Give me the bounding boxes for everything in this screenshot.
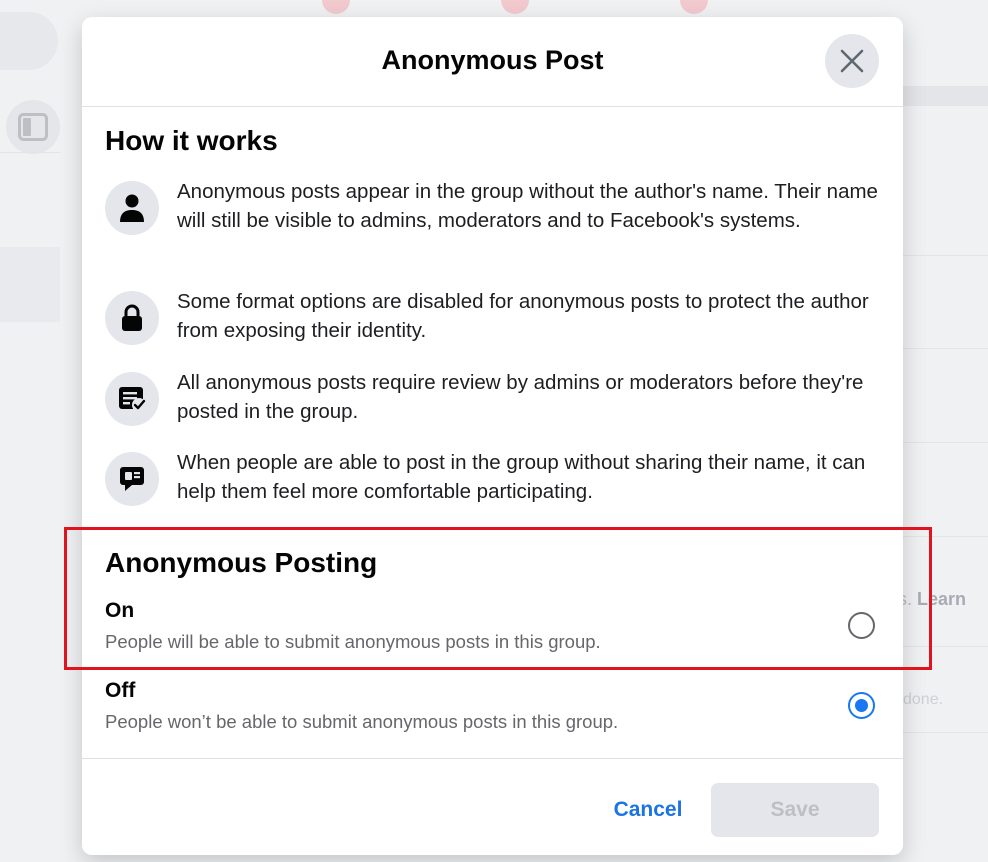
- background-divider: [903, 646, 988, 647]
- lock-icon: [105, 291, 159, 345]
- background-divider: [903, 442, 988, 443]
- post-review-icon: [105, 372, 159, 426]
- footer-divider: [82, 758, 903, 759]
- background-learn-link: Learn: [917, 589, 967, 609]
- option-label: On: [105, 599, 135, 622]
- option-description: People will be able to submit anonymous …: [105, 631, 601, 652]
- background-partial-text: done.: [903, 691, 944, 708]
- background-notification-dot: [501, 0, 529, 14]
- radio-on[interactable]: [848, 612, 875, 639]
- info-text: Anonymous posts appear in the group with…: [177, 180, 878, 232]
- background-partial-text: s. Learn: [898, 589, 967, 609]
- option-on[interactable]: On People will be able to submit anonymo…: [105, 599, 885, 669]
- info-text: All anonymous posts require review by ad…: [177, 371, 864, 423]
- background-block: [903, 86, 988, 106]
- anonymous-posting-title: Anonymous Posting: [105, 547, 378, 578]
- background-divider: [903, 348, 988, 349]
- option-off[interactable]: Off People won’t be able to submit anony…: [105, 679, 885, 749]
- close-icon: [840, 49, 864, 73]
- dialog-header: Anonymous Post: [82, 17, 903, 107]
- background-search-pill: [0, 12, 58, 70]
- dialog-title: Anonymous Post: [381, 45, 604, 75]
- cancel-button[interactable]: Cancel: [594, 783, 702, 837]
- info-text: When people are able to post in the grou…: [177, 451, 866, 503]
- sidebar-toggle-icon: [6, 100, 60, 154]
- option-description: People won’t be able to submit anonymous…: [105, 711, 619, 732]
- save-button[interactable]: Save: [711, 783, 879, 837]
- background-notification-dot: [680, 0, 708, 14]
- radio-off[interactable]: [848, 692, 875, 719]
- how-it-works-title: How it works: [105, 125, 278, 156]
- background-divider: [903, 255, 988, 256]
- chat-bubble-icon: [105, 452, 159, 506]
- anonymous-post-dialog: Anonymous Post How it works Anonymous po…: [82, 17, 903, 855]
- background-divider: [0, 152, 60, 153]
- person-icon: [105, 181, 159, 235]
- background-divider: [903, 732, 988, 733]
- info-text: Some format options are disabled for ano…: [177, 290, 869, 342]
- background-divider: [903, 536, 988, 537]
- background-notification-dot: [322, 0, 350, 14]
- option-label: Off: [105, 679, 136, 702]
- background-block: [0, 247, 60, 322]
- close-button[interactable]: [825, 34, 879, 88]
